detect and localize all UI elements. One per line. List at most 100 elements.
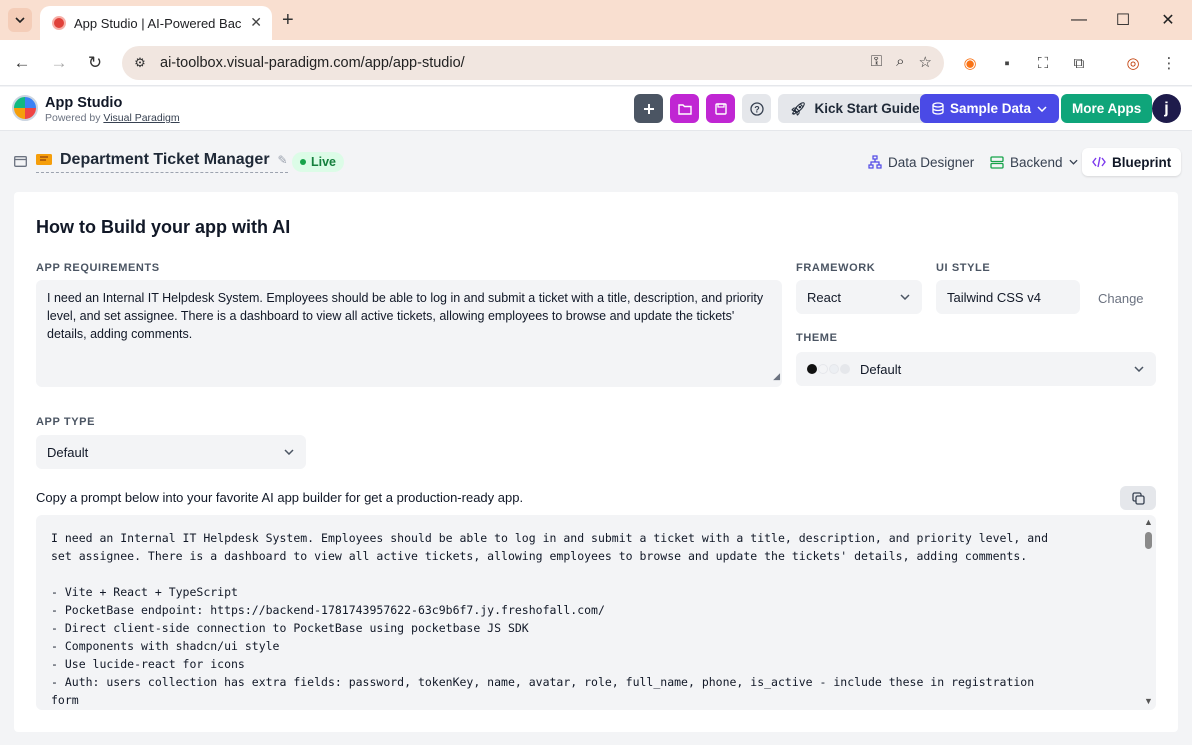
chevron-down-icon xyxy=(900,294,910,300)
app-requirements-label: APP REQUIREMENTS xyxy=(36,262,160,274)
close-tab-icon[interactable]: ✕ xyxy=(250,14,262,31)
resize-handle-icon[interactable]: ◢ xyxy=(773,367,780,385)
ticket-icon xyxy=(36,152,52,168)
browser-titlebar: App Studio | AI-Powered Backend ✕ + — ☐ … xyxy=(0,0,1192,40)
url-text[interactable]: ai-toolbox.visual-paradigm.com/app/app-s… xyxy=(160,55,465,71)
tab-backend-label: Backend xyxy=(1010,154,1063,170)
requirements-text[interactable]: I need an Internal IT Helpdesk System. E… xyxy=(47,291,763,341)
save-button[interactable] xyxy=(706,94,735,123)
more-apps-button[interactable]: More Apps xyxy=(1061,94,1153,123)
maximize-button[interactable]: ☐ xyxy=(1111,8,1135,32)
forward-button[interactable]: → xyxy=(47,51,71,75)
theme-swatch-1 xyxy=(807,364,817,374)
kick-start-label: Kick Start Guide xyxy=(814,101,920,116)
theme-select[interactable]: Default xyxy=(796,352,1156,386)
app-name: App Studio xyxy=(45,95,123,111)
ui-style-label: UI STYLE xyxy=(936,262,991,274)
extension-record-icon[interactable]: ◉ xyxy=(958,51,982,75)
theme-swatches xyxy=(807,364,850,374)
ui-style-field: Tailwind CSS v4 xyxy=(936,280,1080,314)
theme-value: Default xyxy=(860,361,902,377)
app-requirements-textarea[interactable]: I need an Internal IT Helpdesk System. E… xyxy=(36,280,782,387)
visual-paradigm-link[interactable]: Visual Paradigm xyxy=(103,112,179,124)
chevron-down-icon xyxy=(1037,105,1047,112)
extensions-puzzle-icon[interactable]: ⧉ xyxy=(1067,51,1091,75)
change-ui-style-link[interactable]: Change xyxy=(1098,291,1144,306)
reload-button[interactable]: ↻ xyxy=(83,51,107,75)
tab-blueprint-label: Blueprint xyxy=(1112,154,1172,170)
blueprint-card: How to Build your app with AI APP REQUIR… xyxy=(14,192,1178,732)
app-header: App Studio Powered by Visual Paradigm ? … xyxy=(0,87,1192,131)
extension-chat-icon[interactable]: ▪ xyxy=(995,51,1019,75)
project-bar: Department Ticket Manager ✎ Live Data De… xyxy=(0,131,1192,191)
scrollbar-thumb[interactable] xyxy=(1145,532,1152,549)
live-status-badge: Live xyxy=(292,152,345,172)
chevron-down-icon xyxy=(15,17,25,23)
save-icon xyxy=(714,102,727,115)
browser-menu-icon[interactable]: ⋮ xyxy=(1157,51,1181,75)
chevron-down-icon xyxy=(284,449,294,455)
profile-icon[interactable]: ◎ xyxy=(1121,51,1145,75)
add-button[interactable] xyxy=(634,94,663,123)
bookmark-star-icon[interactable]: ☆ xyxy=(919,53,932,71)
help-button[interactable]: ? xyxy=(742,94,771,123)
site-info-icon[interactable]: ⚙ xyxy=(126,55,154,71)
live-dot-icon xyxy=(300,159,306,165)
tab-search-button[interactable] xyxy=(8,8,32,32)
kick-start-guide-button[interactable]: 🚀︎ Kick Start Guide xyxy=(778,94,932,123)
app-type-value: Default xyxy=(47,444,89,460)
edit-pencil-icon[interactable]: ✎ xyxy=(278,153,288,167)
svg-text:?: ? xyxy=(754,104,760,114)
powered-by: Powered by Visual Paradigm xyxy=(45,112,180,124)
chevron-down-icon xyxy=(1134,366,1144,372)
copy-prompt-hint: Copy a prompt below into your favorite A… xyxy=(36,490,524,505)
tab-title: App Studio | AI-Powered Backend xyxy=(74,15,242,31)
app-type-label: APP TYPE xyxy=(36,416,96,428)
address-bar[interactable]: ⚙ ai-toolbox.visual-paradigm.com/app/app… xyxy=(122,46,944,80)
copy-icon xyxy=(1131,491,1145,505)
key-icon[interactable]: ⚿ xyxy=(871,53,882,71)
framework-select[interactable]: React xyxy=(796,280,922,314)
app-studio-logo xyxy=(12,95,38,121)
generated-prompt[interactable]: I need an Internal IT Helpdesk System. E… xyxy=(36,515,1156,710)
rocket-icon: 🚀︎ xyxy=(790,100,807,116)
folder-icon xyxy=(677,103,692,115)
plus-icon xyxy=(643,103,654,114)
theme-swatch-4 xyxy=(840,364,850,374)
user-avatar[interactable]: j xyxy=(1152,94,1181,123)
theme-swatch-3 xyxy=(829,364,839,374)
close-window-button[interactable]: ✕ xyxy=(1156,8,1180,32)
new-tab-button[interactable]: + xyxy=(282,8,294,32)
browser-tab[interactable]: App Studio | AI-Powered Backend ✕ xyxy=(40,6,272,40)
copy-prompt-button[interactable] xyxy=(1120,486,1156,510)
chevron-down-icon xyxy=(1068,159,1078,165)
tab-backend[interactable]: Backend xyxy=(980,148,1088,176)
open-folder-button[interactable] xyxy=(670,94,699,123)
powered-prefix: Powered by xyxy=(45,112,101,124)
tab-blueprint[interactable]: Blueprint xyxy=(1082,148,1182,176)
page-heading: How to Build your app with AI xyxy=(36,217,291,237)
browser-toolbar: ← → ↻ ⚙ ai-toolbox.visual-paradigm.com/a… xyxy=(0,40,1192,86)
window-icon[interactable] xyxy=(14,155,27,170)
ui-style-value: Tailwind CSS v4 xyxy=(947,289,1041,305)
tab-data-designer-label: Data Designer xyxy=(888,154,975,170)
minimize-button[interactable]: — xyxy=(1067,8,1091,32)
back-button[interactable]: ← xyxy=(10,51,34,75)
screenshot-icon[interactable]: ⛶ xyxy=(1031,51,1055,75)
framework-label: FRAMEWORK xyxy=(796,262,876,274)
help-circle-icon: ? xyxy=(749,101,764,116)
more-apps-label: More Apps xyxy=(1072,101,1142,116)
database-icon xyxy=(932,102,944,115)
framework-value: React xyxy=(807,289,841,305)
app-type-select[interactable]: Default xyxy=(36,435,306,469)
favicon-icon xyxy=(52,16,66,30)
project-title[interactable]: Department Ticket Manager xyxy=(60,151,270,169)
sample-data-label: Sample Data xyxy=(950,101,1032,116)
project-title-editor[interactable]: Department Ticket Manager ✎ xyxy=(36,151,288,173)
theme-swatch-2 xyxy=(818,364,828,374)
scroll-up-arrow-icon[interactable]: ▲ xyxy=(1144,517,1153,527)
sample-data-button[interactable]: Sample Data xyxy=(920,94,1060,123)
tab-data-designer[interactable]: Data Designer xyxy=(858,148,984,176)
scroll-down-arrow-icon[interactable]: ▼ xyxy=(1144,696,1153,706)
zoom-icon[interactable]: ⌕ xyxy=(896,53,904,71)
